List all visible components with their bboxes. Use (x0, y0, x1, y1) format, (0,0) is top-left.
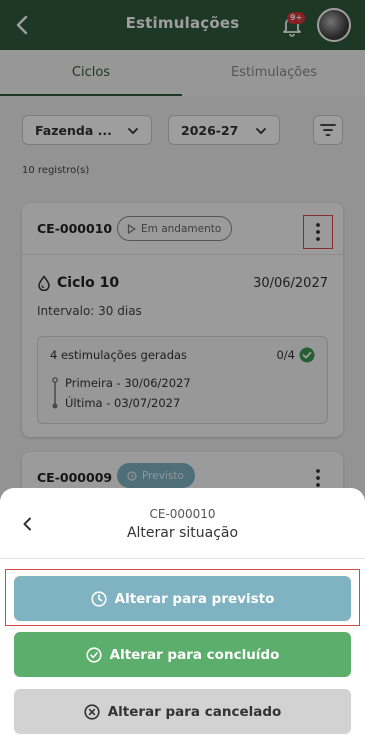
set-previsto-button[interactable]: Alterar para previsto (14, 576, 351, 621)
cancel-circle-icon (84, 703, 100, 720)
change-status-sheet: CE-000010 Alterar situação Alterar para … (0, 488, 365, 747)
divider (0, 558, 365, 559)
clock-icon (91, 590, 107, 607)
action-label: Alterar para concluído (109, 646, 280, 663)
set-cancelado-button[interactable]: Alterar para cancelado (14, 689, 351, 734)
set-concluido-button[interactable]: Alterar para concluído (14, 632, 351, 677)
sheet-record-code: CE-000010 (149, 507, 216, 521)
action-label: Alterar para previsto (114, 590, 275, 607)
check-circle-icon (86, 646, 102, 663)
sheet-title: Alterar situação (126, 525, 239, 541)
action-label: Alterar para cancelado (107, 703, 282, 720)
